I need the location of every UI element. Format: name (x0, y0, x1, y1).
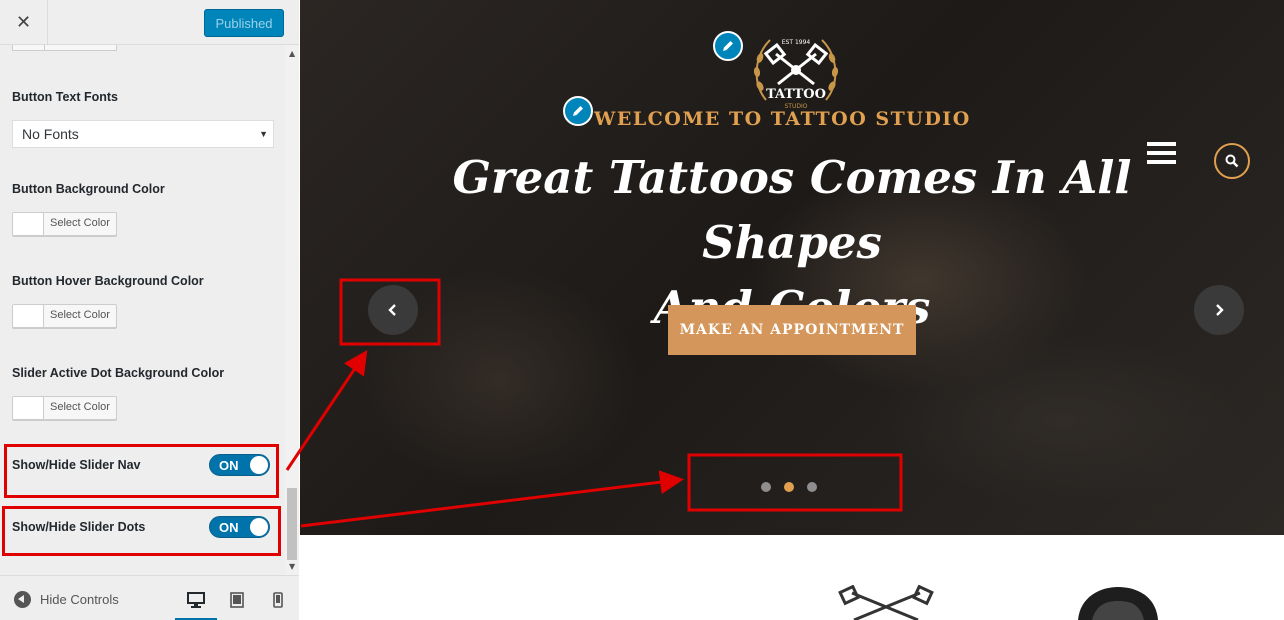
show-hide-slider-dots-label: Show/Hide Slider Dots (12, 520, 146, 534)
toggle-on-label: ON (219, 520, 239, 535)
slider-dot-1[interactable] (761, 482, 771, 492)
search-button[interactable] (1214, 143, 1250, 179)
hide-controls-label: Hide Controls (40, 592, 119, 607)
button-background-color-picker[interactable]: Select Color (12, 212, 117, 236)
edit-logo-shortcut[interactable] (713, 31, 743, 61)
toggle-on-label: ON (219, 458, 239, 473)
tattoo-machines-illustration (838, 585, 934, 620)
slider-active-dot-bg-color-label: Slider Active Dot Background Color (12, 366, 225, 380)
chevron-down-icon: ▼ (259, 129, 268, 139)
toggle-knob (250, 518, 268, 536)
tablet-icon (230, 592, 244, 608)
button-background-color-label: Button Background Color (12, 182, 165, 196)
logo-est-text: EST 1994 (782, 39, 811, 46)
controls-panel: Button Text Fonts No Fonts ▼ Button Back… (0, 45, 285, 575)
hide-controls-button[interactable]: Hide Controls (14, 591, 119, 608)
close-button[interactable]: ✕ (0, 0, 48, 45)
hero-slider: EST 1994 TATTOO STUDIO WELCOME TO TATTOO… (300, 0, 1284, 535)
slider-next-button[interactable] (1194, 285, 1244, 335)
chevron-right-icon (1216, 304, 1224, 316)
button-text-fonts-select[interactable]: No Fonts ▼ (12, 120, 274, 148)
color-swatch (13, 397, 44, 419)
show-hide-slider-nav-label: Show/Hide Slider Nav (12, 458, 141, 472)
scrollbar-thumb[interactable] (287, 488, 297, 560)
chevron-left-icon (388, 304, 396, 316)
make-appointment-button[interactable]: MAKE AN APPOINTMENT (668, 305, 916, 355)
desktop-icon (187, 592, 205, 608)
color-swatch (13, 213, 44, 235)
color-swatch (13, 305, 44, 327)
edit-welcome-shortcut[interactable] (563, 96, 593, 126)
publish-button[interactable]: Published (204, 9, 284, 37)
select-color-label: Select Color (50, 217, 110, 229)
select-color-label: Select Color (50, 309, 110, 321)
toggle-knob (250, 456, 268, 474)
previous-control-stub (12, 45, 117, 51)
desktop-preview-button[interactable] (185, 589, 207, 611)
headline-line-1: Great Tattoos Comes In All Shapes (452, 151, 1132, 269)
slider-dot-3[interactable] (807, 482, 817, 492)
scroll-up-arrow-icon[interactable]: ▲ (289, 49, 295, 58)
sidebar-footer: Hide Controls (0, 575, 299, 620)
button-text-fonts-label: Button Text Fonts (12, 90, 118, 104)
collapse-arrow-icon (14, 591, 31, 608)
slider-active-dot-bg-color-picker[interactable]: Select Color (12, 396, 117, 420)
welcome-heading: WELCOME TO TATTOO STUDIO (594, 108, 971, 130)
pencil-icon (723, 41, 733, 51)
sidebar-header: ✕ Published (0, 0, 299, 45)
sidebar-scrollbar[interactable]: ▲ ▼ (285, 45, 299, 575)
mobile-icon (273, 592, 283, 608)
slider-dot-2-active[interactable] (784, 482, 794, 492)
artist-portrait-image (1078, 587, 1158, 620)
logo-name-text: TATTOO (766, 87, 826, 102)
tattoo-studio-logo: EST 1994 TATTOO STUDIO (753, 39, 839, 110)
slider-dots-toggle[interactable]: ON (209, 516, 270, 538)
menu-icon[interactable] (1147, 142, 1177, 166)
site-preview: EST 1994 TATTOO STUDIO WELCOME TO TATTOO… (300, 0, 1284, 620)
button-text-fonts-value: No Fonts (22, 126, 79, 142)
select-color-label: Select Color (50, 401, 110, 413)
search-icon (1225, 154, 1239, 168)
tablet-preview-button[interactable] (226, 589, 248, 611)
slider-nav-toggle[interactable]: ON (209, 454, 270, 476)
pencil-icon (573, 106, 583, 116)
scroll-down-arrow-icon[interactable]: ▼ (289, 562, 295, 571)
button-hover-background-color-picker[interactable]: Select Color (12, 304, 117, 328)
button-hover-background-color-label: Button Hover Background Color (12, 274, 204, 288)
mobile-preview-button[interactable] (267, 589, 289, 611)
slider-prev-button[interactable] (368, 285, 418, 335)
customizer-sidebar: ✕ Published Button Text Fonts No Fonts ▼… (0, 0, 299, 620)
